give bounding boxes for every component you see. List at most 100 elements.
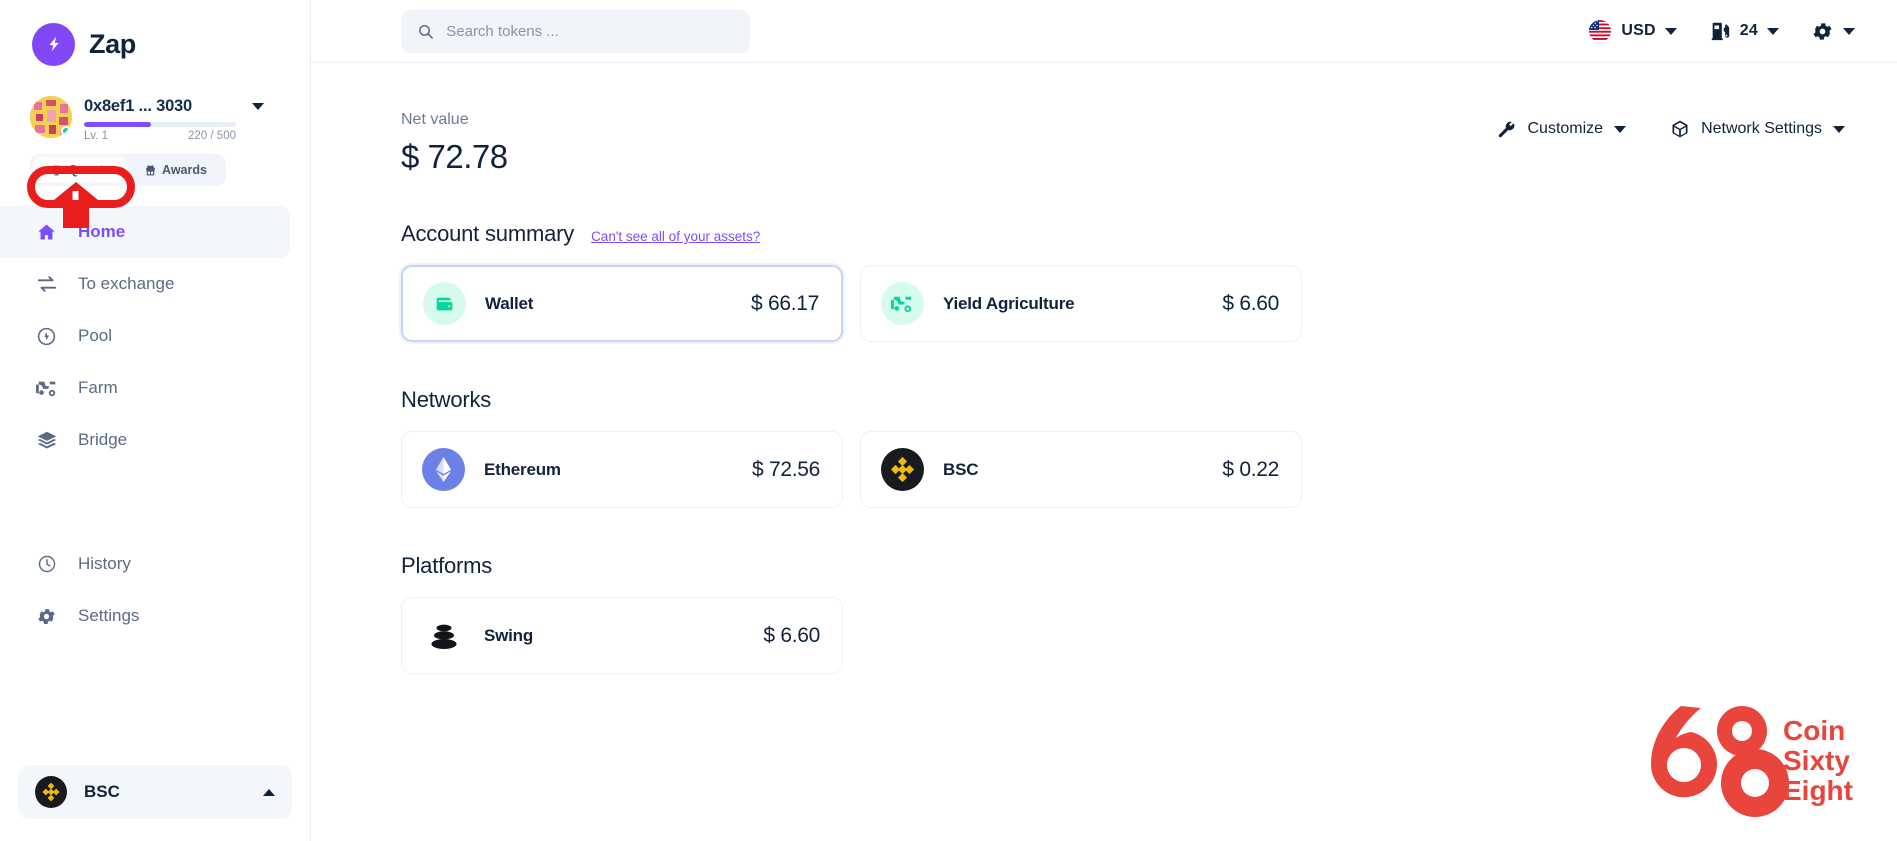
gift-icon: [146, 164, 155, 175]
wallet-icon: [423, 282, 466, 325]
wallet-address: 0x8ef1 ... 3030: [84, 97, 193, 115]
xp-progress-bar: [84, 122, 236, 127]
watermark-line1: Coin: [1783, 715, 1845, 746]
search-input[interactable]: [446, 22, 734, 40]
sidebar: Zap 0x8ef1 ... 3030 Lv. 1 220 / 500 Ques…: [0, 0, 311, 841]
tractor-icon: [35, 377, 58, 399]
home-icon: [35, 222, 58, 243]
card-swing[interactable]: Swing $ 6.60: [401, 597, 843, 674]
net-value-label: Net value: [401, 111, 469, 128]
networks-title: Networks: [401, 387, 492, 412]
chevron-down-icon[interactable]: [1767, 27, 1779, 35]
binance-coin-icon: [881, 448, 924, 491]
xp-progress-fill: [84, 122, 151, 127]
brand[interactable]: Zap: [0, 0, 310, 70]
topbar-controls: USD 24: [1588, 19, 1857, 43]
sidebar-item-to-exchange[interactable]: To exchange: [0, 258, 290, 310]
sidebar-item-to-exchange-label: To exchange: [78, 274, 175, 293]
card-wallet[interactable]: Wallet $ 66.17: [401, 265, 843, 342]
cube-icon: [1672, 120, 1688, 138]
gear-icon: [35, 606, 58, 627]
sidebar-item-home[interactable]: Home: [0, 206, 290, 258]
swap-arrows-icon: [35, 273, 58, 295]
account-level: Lv. 1: [84, 130, 109, 142]
header-actions: Customize Network Settings: [1497, 111, 1847, 139]
card-ethereum-name: Ethereum: [484, 459, 561, 479]
layers-icon: [35, 429, 58, 451]
card-swing-amount: $ 6.60: [763, 623, 820, 647]
card-ethereum[interactable]: Ethereum $ 72.56: [401, 431, 843, 508]
gas-price-indicator[interactable]: 24: [1709, 20, 1781, 42]
gear-icon: [1813, 22, 1832, 40]
chevron-down-icon[interactable]: [1833, 125, 1845, 133]
currency-label: USD: [1621, 22, 1656, 39]
brand-name: Zap: [89, 28, 136, 59]
sidebar-item-farm[interactable]: Farm: [0, 362, 290, 414]
main-area: USD 24 Net value $ 72.78: [311, 0, 1897, 841]
tractor-icon: [881, 282, 924, 325]
tab-awards-label: Awards: [162, 163, 207, 177]
coinsixtyeight-watermark: Coin Sixty Eight: [1643, 698, 1873, 823]
us-flag-icon: [1588, 19, 1612, 43]
tab-quests[interactable]: Quests: [33, 157, 128, 183]
main-content: Net value $ 72.78 Customize Network Sett…: [311, 63, 1897, 674]
currency-selector[interactable]: USD: [1588, 19, 1678, 43]
online-status-dot: [61, 126, 71, 136]
topbar: USD 24: [311, 0, 1897, 63]
network-settings-label: Network Settings: [1701, 120, 1822, 137]
account-xp: 220 / 500: [188, 130, 236, 142]
net-value-row: Net value $ 72.78 Customize Network Sett…: [401, 111, 1897, 176]
tab-quests-label: Quests: [68, 163, 111, 177]
card-swing-name: Swing: [484, 625, 534, 645]
sidebar-item-farm-label: Farm: [78, 378, 118, 397]
chevron-down-icon[interactable]: [252, 103, 264, 110]
account-summary-header: Account summary Can't see all of your as…: [401, 221, 1897, 247]
watermark-line2: Sixty: [1783, 745, 1850, 776]
sidebar-item-home-label: Home: [78, 222, 126, 241]
ethereum-icon: [422, 448, 465, 491]
search-box[interactable]: [401, 9, 750, 53]
zap-bolt-icon: [32, 22, 75, 66]
platforms-cards: Swing $ 6.60: [401, 597, 1897, 674]
customize-label: Customize: [1527, 120, 1604, 137]
card-wallet-amount: $ 66.17: [751, 291, 819, 315]
sidebar-item-pool-label: Pool: [78, 326, 113, 345]
net-value-block: Net value $ 72.78: [401, 111, 508, 176]
app-root: Zap 0x8ef1 ... 3030 Lv. 1 220 / 500 Ques…: [0, 0, 1897, 841]
avatar: [30, 96, 72, 138]
watermark-line3: Eight: [1783, 775, 1853, 806]
card-yield-agriculture-name: Yield Agriculture: [943, 293, 1075, 313]
chevron-down-icon[interactable]: [1664, 27, 1677, 35]
customize-button[interactable]: Customize: [1497, 120, 1628, 139]
chevron-up-icon[interactable]: [263, 788, 275, 796]
clock-icon: [35, 554, 58, 574]
account-tabs: Quests Awards: [30, 154, 226, 186]
card-yield-agriculture[interactable]: Yield Agriculture $ 6.60: [860, 265, 1302, 342]
sidebar-item-settings[interactable]: Settings: [0, 590, 290, 642]
chevron-down-icon[interactable]: [1843, 27, 1855, 35]
card-ethereum-amount: $ 72.56: [752, 457, 820, 481]
sidebar-item-history[interactable]: History: [0, 538, 290, 590]
sidebar-item-bridge-label: Bridge: [78, 430, 128, 449]
sidebar-item-pool[interactable]: Pool: [0, 310, 290, 362]
net-value-amount: $ 72.78: [401, 138, 508, 175]
card-yield-agriculture-amount: $ 6.60: [1222, 291, 1279, 315]
sidebar-item-history-label: History: [78, 554, 131, 573]
account-block[interactable]: 0x8ef1 ... 3030 Lv. 1 220 / 500: [0, 70, 310, 142]
droplet-icon: [35, 326, 58, 347]
account-summary-title: Account summary: [401, 221, 575, 246]
network-settings-button[interactable]: Network Settings: [1670, 119, 1847, 139]
platforms-title: Platforms: [401, 553, 493, 578]
tab-awards[interactable]: Awards: [128, 157, 223, 183]
card-bsc[interactable]: BSC $ 0.22: [860, 431, 1302, 508]
card-bsc-amount: $ 0.22: [1222, 457, 1279, 481]
sidebar-item-bridge[interactable]: Bridge: [0, 414, 290, 466]
networks-cards: Ethereum $ 72.56 BSC $ 0.22: [401, 431, 1897, 508]
settings-menu-button[interactable]: [1811, 20, 1857, 43]
cant-see-assets-link[interactable]: Can't see all of your assets?: [591, 229, 760, 244]
gas-pump-icon: [1711, 22, 1729, 41]
network-switcher[interactable]: BSC: [18, 765, 292, 819]
search-icon: [419, 24, 433, 39]
chevron-down-icon[interactable]: [1614, 125, 1627, 133]
